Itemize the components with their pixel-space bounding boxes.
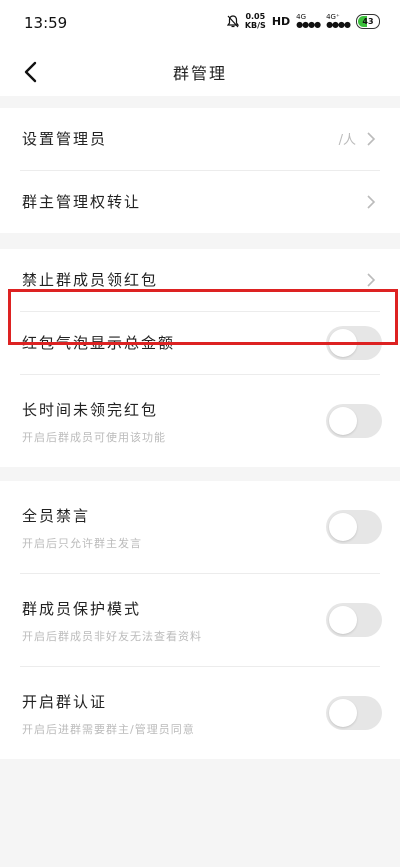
admin-settings-group: 设置管理员 /人 群主管理权转让 bbox=[0, 108, 400, 233]
mute-all-row: 全员禁言 开启后只允许群主发言 bbox=[0, 481, 400, 574]
protect-mode-row: 群成员保护模式 开启后群成员非好友无法查看资料 bbox=[0, 574, 400, 667]
highlight-box bbox=[8, 289, 398, 345]
group-verify-row: 开启群认证 开启后进群需要群主/管理员同意 bbox=[0, 667, 400, 759]
group-verify-toggle[interactable] bbox=[326, 696, 382, 730]
protect-mode-toggle[interactable] bbox=[326, 603, 382, 637]
chevron-right-icon bbox=[367, 273, 376, 287]
member-settings-group: 全员禁言 开启后只允许群主发言 群成员保护模式 开启后群成员非好友无法查看资料 … bbox=[0, 481, 400, 759]
group-verify-description: 开启后进群需要群主/管理员同意 bbox=[22, 723, 195, 736]
transfer-owner-label: 群主管理权转让 bbox=[22, 193, 142, 211]
protect-mode-label: 群成员保护模式 bbox=[22, 600, 142, 618]
clock: 13:59 bbox=[24, 14, 68, 32]
set-admin-label: 设置管理员 bbox=[22, 130, 108, 148]
bell-off-icon bbox=[226, 14, 239, 27]
chevron-right-icon bbox=[367, 195, 376, 209]
long-time-toggle[interactable] bbox=[326, 404, 382, 438]
mute-all-description: 开启后只允许群主发言 bbox=[22, 537, 142, 550]
hd-icon: HD bbox=[271, 14, 291, 28]
chevron-right-icon bbox=[367, 132, 376, 146]
long-time-row: 长时间未领完红包 开启后群成员可使用该功能 bbox=[0, 375, 400, 467]
status-icons: 0.05 KB/S HD 4G ●●●● 4G⁺ ●●●● 43 bbox=[226, 12, 380, 30]
red-packet-group: 禁止群成员领红包 红包气泡显示总金额 长时间未领完红包 开启后群成员可使用该功能 bbox=[0, 249, 400, 467]
admin-count: /人 bbox=[338, 133, 356, 148]
mute-all-toggle[interactable] bbox=[326, 510, 382, 544]
signal-1-icon: 4G ●●●● bbox=[296, 13, 321, 29]
page-title: 群管理 bbox=[172, 64, 227, 83]
long-time-label: 长时间未领完红包 bbox=[22, 401, 159, 419]
set-admin-row[interactable]: 设置管理员 /人 bbox=[0, 108, 400, 171]
mute-all-label: 全员禁言 bbox=[22, 507, 91, 525]
group-verify-label: 开启群认证 bbox=[22, 693, 108, 711]
network-speed: 0.05 KB/S bbox=[244, 12, 266, 30]
long-time-description: 开启后群成员可使用该功能 bbox=[22, 431, 166, 444]
transfer-owner-row[interactable]: 群主管理权转让 bbox=[0, 171, 400, 233]
signal-2-icon: 4G⁺ ●●●● bbox=[326, 13, 351, 29]
nav-bar: 群管理 bbox=[0, 48, 400, 96]
status-bar: 13:59 0.05 KB/S HD 4G ●●●● 4G⁺ ●●●● 43 bbox=[0, 0, 400, 48]
battery-icon: 43 bbox=[356, 13, 380, 29]
protect-mode-description: 开启后群成员非好友无法查看资料 bbox=[22, 630, 202, 643]
forbid-red-packet-label: 禁止群成员领红包 bbox=[22, 271, 159, 289]
